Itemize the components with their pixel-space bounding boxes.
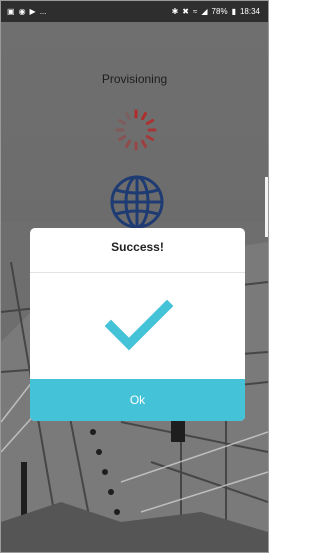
status-right-icons: ✱ ✖ ≈ ◢ 78% ▮ 18:34 xyxy=(172,1,260,22)
status-more: ... xyxy=(39,7,47,16)
provisioning-title: Provisioning xyxy=(101,72,168,86)
battery-icon: ▮ xyxy=(231,7,236,16)
shield-icon: ◉ xyxy=(18,7,26,16)
mute-icon: ✖ xyxy=(182,7,189,16)
checkmark-icon xyxy=(105,300,173,351)
status-left-icons: ▣ ◉ ▶ ... xyxy=(7,1,46,22)
clock: 18:34 xyxy=(239,7,260,16)
loading-spinner-icon xyxy=(115,109,157,151)
play-icon: ▶ xyxy=(29,7,36,16)
dialog-divider xyxy=(30,272,245,273)
notification-icon: ▣ xyxy=(7,7,15,16)
globe-icon xyxy=(110,175,164,229)
battery-percent: 78% xyxy=(211,7,228,16)
bluetooth-icon: ✱ xyxy=(171,7,179,16)
wifi-icon: ≈ xyxy=(193,7,198,16)
status-bar: ▣ ◉ ▶ ... ✱ ✖ ≈ ◢ 78% ▮ 18:34 xyxy=(1,1,268,22)
signal-icon: ◢ xyxy=(201,7,208,16)
success-dialog: Success! Ok xyxy=(30,228,245,421)
dialog-title: Success! xyxy=(111,240,164,254)
side-indicator xyxy=(265,177,268,237)
phone-frame: ▣ ◉ ▶ ... ✱ ✖ ≈ ◢ 78% ▮ 18:34 Provisioni… xyxy=(0,0,269,553)
ok-button[interactable]: Ok xyxy=(30,379,245,421)
